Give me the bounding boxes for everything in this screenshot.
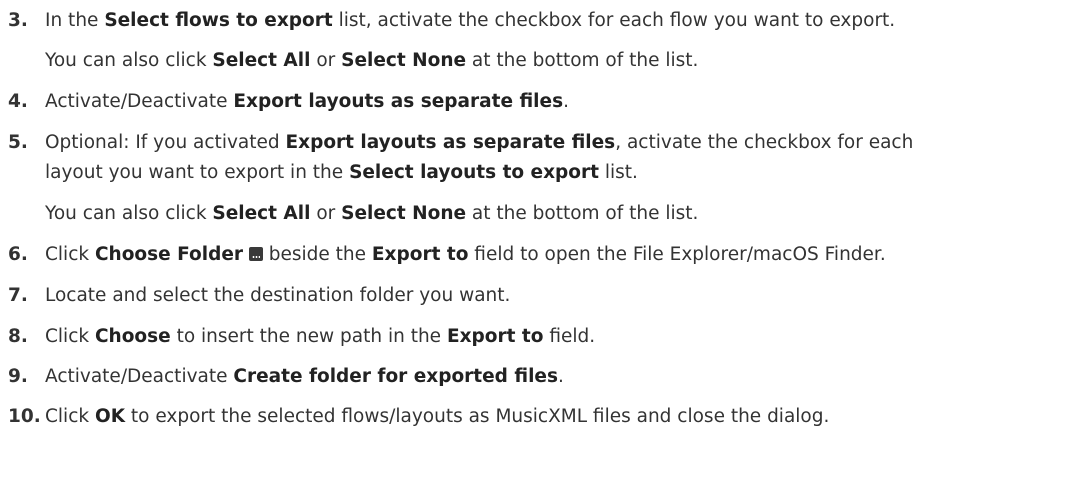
- ui-term: Export layouts as separate files: [233, 91, 564, 112]
- ui-term: Select None: [341, 203, 467, 224]
- ui-term: Select All: [212, 50, 311, 71]
- step-text: field to open the File Explorer/macOS Fi…: [468, 244, 886, 265]
- step-text: list, activate the checkbox for each flo…: [332, 10, 896, 31]
- step-text: layout you want to export in the: [45, 162, 350, 183]
- step-text-line: In the Select flows to export list, acti…: [45, 6, 895, 36]
- ui-term: Export to: [371, 244, 469, 265]
- step-number: 5.: [8, 132, 28, 153]
- step-number: 10.: [8, 406, 41, 427]
- step-text: field.: [543, 326, 596, 347]
- step-text: Activate/Deactivate: [45, 91, 234, 112]
- step-number: 7.: [8, 285, 28, 306]
- step-number: 6.: [8, 244, 28, 265]
- instruction-steps: 3. In the Select flows to export list, ac…: [0, 0, 1085, 484]
- step-number: 3.: [8, 10, 28, 31]
- step-text: list.: [598, 162, 638, 183]
- step-text-line: Activate/Deactivate Create folder for ex…: [45, 362, 564, 392]
- step-text: In the: [45, 10, 105, 31]
- step-text: You can also click: [45, 203, 213, 224]
- ui-term: Select flows to export: [104, 10, 333, 31]
- step-text: .: [563, 91, 569, 112]
- step-text-line: Activate/Deactivate Export layouts as se…: [45, 87, 569, 117]
- step-number: 9.: [8, 366, 28, 387]
- step-text: to export the selected flows/layouts as …: [125, 406, 830, 427]
- step-text-line: Click OK to export the selected flows/la…: [45, 402, 829, 432]
- step-number: 8.: [8, 326, 28, 347]
- step-text: at the bottom of the list.: [466, 203, 699, 224]
- step-text: to insert the new path in the: [170, 326, 447, 347]
- step-text: , activate the checkbox for each: [615, 132, 914, 153]
- ui-term: OK: [94, 406, 126, 427]
- step-text: Locate and select the destination folder…: [45, 285, 511, 306]
- step-text: beside the: [262, 244, 372, 265]
- ui-term: Export to: [446, 326, 544, 347]
- step-text: or: [310, 50, 342, 71]
- step-text-line: Optional: If you activated Export layout…: [45, 128, 913, 158]
- step-text-line: Locate and select the destination folder…: [45, 281, 510, 311]
- ui-term: Select layouts to export: [349, 162, 599, 183]
- step-number: 4.: [8, 91, 28, 112]
- step-text-line: Click Choose Folder beside the Export to…: [45, 240, 886, 270]
- step-text-line: You can also click Select All or Select …: [45, 46, 698, 76]
- choose-folder-icon: [248, 247, 263, 261]
- step-text: Click: [45, 326, 95, 347]
- step-text-line: You can also click Select All or Select …: [45, 199, 698, 229]
- step-text: Click: [45, 406, 95, 427]
- ui-term: Select All: [212, 203, 311, 224]
- step-text: .: [557, 366, 564, 387]
- ui-term: Choose: [94, 326, 171, 347]
- ui-term: Select None: [341, 50, 467, 71]
- step-text: Click: [45, 244, 95, 265]
- step-text: or: [310, 203, 342, 224]
- ui-term: Choose Folder: [94, 244, 243, 265]
- step-text-line: Click Choose to insert the new path in t…: [45, 322, 595, 352]
- step-text-line: layout you want to export in the Select …: [45, 158, 638, 188]
- step-text: Optional: If you activated: [45, 132, 286, 153]
- ui-term: Create folder for exported files: [233, 366, 558, 387]
- ui-term: Export layouts as separate files: [285, 132, 616, 153]
- step-text: at the bottom of the list.: [466, 50, 699, 71]
- step-text: Activate/Deactivate: [45, 366, 234, 387]
- step-text: You can also click: [45, 50, 213, 71]
